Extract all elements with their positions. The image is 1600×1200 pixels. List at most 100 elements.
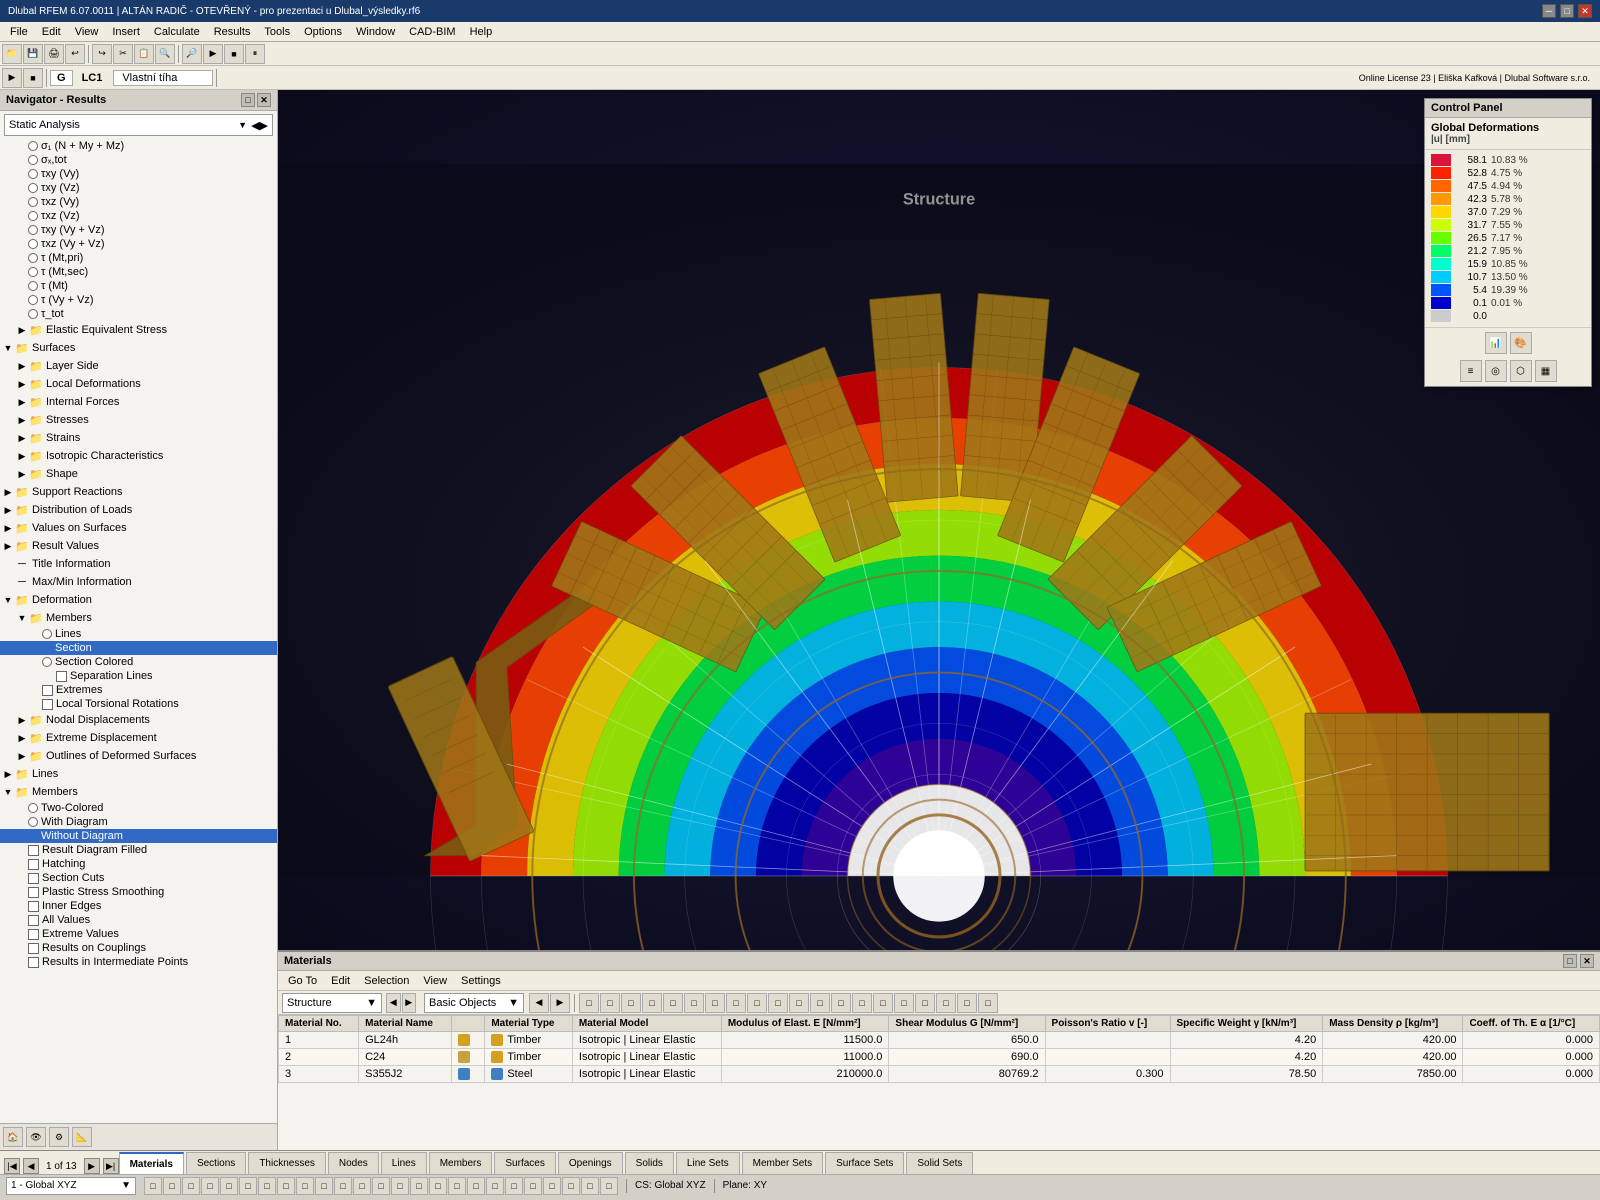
radio-section_item[interactable]: [42, 643, 52, 653]
toolbar1-btn-11[interactable]: ⏸: [245, 44, 265, 64]
menu-item-window[interactable]: Window: [350, 25, 401, 39]
tab-solids[interactable]: Solids: [625, 1152, 674, 1174]
mat-tb-btn-10[interactable]: □: [789, 993, 809, 1013]
tab-thicknesses[interactable]: Thicknesses: [248, 1152, 326, 1174]
radio-tau_xy_vz[interactable]: [28, 183, 38, 193]
tree-item-extreme_values[interactable]: Extreme Values: [0, 927, 277, 941]
tree-item-layer_side[interactable]: ▶📁Layer Side: [0, 357, 277, 375]
status-tb-btn-5[interactable]: □: [239, 1177, 257, 1195]
toolbar1-btn-10[interactable]: ■: [224, 44, 244, 64]
checkbox-extremes[interactable]: [42, 685, 53, 696]
status-tb-btn-6[interactable]: □: [258, 1177, 276, 1195]
structure-dropdown[interactable]: Structure ▼: [282, 993, 382, 1013]
tree-item-two_colored[interactable]: Two-Colored: [0, 801, 277, 815]
mat-tb-btn-4[interactable]: □: [663, 993, 683, 1013]
basic-next[interactable]: ▶: [550, 993, 570, 1013]
status-tb-btn-24[interactable]: □: [600, 1177, 618, 1195]
mat-menu-settings[interactable]: Settings: [455, 974, 507, 988]
checkbox-extreme_values[interactable]: [28, 929, 39, 940]
radio-tau_xz_vy[interactable]: [28, 197, 38, 207]
mat-tb-btn-3[interactable]: □: [642, 993, 662, 1013]
toggle-stresses[interactable]: ▶: [16, 414, 28, 426]
tab-materials[interactable]: Materials: [119, 1152, 184, 1174]
tree-item-tau_xy_vz[interactable]: τxy (Vz): [0, 181, 277, 195]
toggle-strains[interactable]: ▶: [16, 432, 28, 444]
nav-close-button[interactable]: ✕: [257, 93, 271, 107]
radio-tau_xz_vyvz[interactable]: [28, 239, 38, 249]
tree-item-lines_item[interactable]: Lines: [0, 627, 277, 641]
view-dropdown[interactable]: 1 - Global XYZ ▼: [6, 1177, 136, 1195]
checkbox-section_cuts[interactable]: [28, 873, 39, 884]
tree-item-result_diagram_filled[interactable]: Result Diagram Filled: [0, 843, 277, 857]
tree-item-outlines_deformed[interactable]: ▶📁Outlines of Deformed Surfaces: [0, 747, 277, 765]
tree-item-members[interactable]: ▼📁Members: [0, 609, 277, 627]
basic-prev[interactable]: ◀: [529, 993, 549, 1013]
mat-tb-btn-13[interactable]: □: [852, 993, 872, 1013]
tree-item-deformation[interactable]: ▼📁Deformation: [0, 591, 277, 609]
table-row[interactable]: 3S355J2SteelIsotropic | Linear Elastic21…: [279, 1066, 1600, 1083]
mat-tb-btn-9[interactable]: □: [768, 993, 788, 1013]
tree-item-with_diagram[interactable]: With Diagram: [0, 815, 277, 829]
radio-two_colored[interactable]: [28, 803, 38, 813]
status-tb-btn-3[interactable]: □: [201, 1177, 219, 1195]
toolbar1-btn-6[interactable]: 📋: [134, 44, 154, 64]
status-tb-btn-18[interactable]: □: [486, 1177, 504, 1195]
tree-item-internal_forces[interactable]: ▶📁Internal Forces: [0, 393, 277, 411]
toggle-dist_loads[interactable]: ▶: [2, 504, 14, 516]
tree-item-section_cuts[interactable]: Section Cuts: [0, 871, 277, 885]
toolbar1-btn-1[interactable]: 💾: [23, 44, 43, 64]
cp-view-2[interactable]: ◎: [1485, 360, 1507, 382]
tree-item-stresses[interactable]: ▶📁Stresses: [0, 411, 277, 429]
status-tb-btn-16[interactable]: □: [448, 1177, 466, 1195]
mat-tb-btn-6[interactable]: □: [705, 993, 725, 1013]
tree-item-plastic_stress[interactable]: Plastic Stress Smoothing: [0, 885, 277, 899]
toggle-members[interactable]: ▼: [16, 612, 28, 624]
status-tb-btn-11[interactable]: □: [353, 1177, 371, 1195]
nav-icon-4[interactable]: 📐: [72, 1127, 92, 1147]
mat-menu-selection[interactable]: Selection: [358, 974, 415, 988]
cp-btn-1[interactable]: 📊: [1485, 332, 1507, 354]
toggle-result_values[interactable]: ▶: [2, 540, 14, 552]
status-tb-btn-7[interactable]: □: [277, 1177, 295, 1195]
nav-next-button[interactable]: ▶: [260, 119, 268, 132]
tree-item-local_deform[interactable]: ▶📁Local Deformations: [0, 375, 277, 393]
toolbar1-btn-4[interactable]: ↪: [92, 44, 112, 64]
tree-item-lines_folder[interactable]: ▶📁Lines: [0, 765, 277, 783]
tree-item-title_info[interactable]: ─Title Information: [0, 555, 277, 573]
toolbar1-btn-3[interactable]: ↩: [65, 44, 85, 64]
status-tb-btn-9[interactable]: □: [315, 1177, 333, 1195]
menu-item-view[interactable]: View: [69, 25, 105, 39]
radio-section_colored[interactable]: [42, 657, 52, 667]
tree-item-results_intermediate[interactable]: Results in Intermediate Points: [0, 955, 277, 969]
table-row[interactable]: 1GL24hTimberIsotropic | Linear Elastic11…: [279, 1032, 1600, 1049]
radio-tau_mt[interactable]: [28, 281, 38, 291]
tree-item-tau_mt_pri[interactable]: τ (Mt,pri): [0, 251, 277, 265]
menu-item-edit[interactable]: Edit: [36, 25, 67, 39]
radio-without_diagram[interactable]: [28, 831, 38, 841]
mat-tb-btn-8[interactable]: □: [747, 993, 767, 1013]
toggle-members_folder2[interactable]: ▼: [2, 786, 14, 798]
menu-item-options[interactable]: Options: [298, 25, 348, 39]
tree-item-sigma_1[interactable]: σ₁ (N + My + Mz): [0, 139, 277, 153]
toggle-values_surfaces[interactable]: ▶: [2, 522, 14, 534]
mat-tb-btn-16[interactable]: □: [915, 993, 935, 1013]
nav-icon-1[interactable]: 🏠: [3, 1127, 23, 1147]
toggle-nodal_disp[interactable]: ▶: [16, 714, 28, 726]
nav-dropdown[interactable]: Static Analysis ▼ ◀ ▶: [4, 114, 273, 136]
mat-tb-btn-12[interactable]: □: [831, 993, 851, 1013]
toggle-outlines_deformed[interactable]: ▶: [16, 750, 28, 762]
checkbox-result_diagram_filled[interactable]: [28, 845, 39, 856]
toggle-local_deform[interactable]: ▶: [16, 378, 28, 390]
status-tb-btn-19[interactable]: □: [505, 1177, 523, 1195]
table-row[interactable]: 2C24TimberIsotropic | Linear Elastic1100…: [279, 1049, 1600, 1066]
mat-tb-btn-14[interactable]: □: [873, 993, 893, 1013]
radio-with_diagram[interactable]: [28, 817, 38, 827]
tree-item-results_couplings[interactable]: Results on Couplings: [0, 941, 277, 955]
tab-surfaces[interactable]: Surfaces: [494, 1152, 555, 1174]
minimize-button[interactable]: ─: [1542, 4, 1556, 18]
mat-tb-btn-2[interactable]: □: [621, 993, 641, 1013]
toolbar1-btn-5[interactable]: ✂: [113, 44, 133, 64]
tree-item-nodal_disp[interactable]: ▶📁Nodal Displacements: [0, 711, 277, 729]
toolbar1-btn-0[interactable]: 📁: [2, 44, 22, 64]
mat-menu-go_to[interactable]: Go To: [282, 974, 323, 988]
